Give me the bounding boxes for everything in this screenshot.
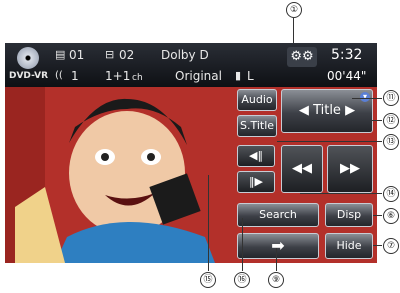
callout-15-line (208, 175, 209, 271)
title-badge-icon: ▾ (360, 92, 370, 102)
fast-rewind-icon: ◀◀ (292, 161, 312, 176)
slow-forward-button[interactable]: ‖▶ (237, 171, 275, 193)
audio-stream-icon: (( (55, 70, 63, 81)
title-icon: ▤ (55, 48, 66, 61)
audio-button-label: Audio (241, 93, 273, 106)
callout-13: ⑬ (383, 134, 399, 150)
slow-rewind-icon: ◀‖ (249, 149, 263, 162)
callout-1: ① (286, 2, 302, 18)
disp-button-label: Disp (336, 208, 362, 221)
disp-button[interactable]: Disp (325, 203, 373, 227)
callout-12: ⑫ (383, 113, 399, 129)
chapter-number: 02 (119, 48, 135, 62)
title-label: Title (313, 103, 341, 118)
screen: DVD-VR ▤ 01 ⊟ 02 Dolby D (( 1 1+1 ch Ori… (5, 43, 377, 263)
arrow-right-icon: ➡ (271, 236, 285, 255)
callout-1-line (293, 18, 294, 46)
audio-button[interactable]: Audio (237, 89, 277, 111)
subtitle-button-label: S.Title (239, 119, 275, 132)
callout-7: ⑦ (383, 238, 399, 254)
callout-7-line (373, 245, 382, 246)
search-button-label: Search (259, 208, 297, 221)
callout-6-line (373, 215, 382, 216)
disc-icon (17, 47, 39, 69)
callout-13-line (277, 141, 382, 142)
arrow-left-icon: ◀ (298, 103, 314, 118)
fast-forward-button[interactable]: ▶▶ (327, 145, 373, 193)
channels: 1+1 (105, 69, 131, 83)
search-button[interactable]: Search (237, 203, 319, 227)
arrow-right-icon: ▶ (340, 103, 356, 118)
hide-button[interactable]: Hide (325, 233, 373, 259)
video-frame[interactable]: Audio ◀ Title ▶ ▾ S.Title ◀‖ ‖▶ ◀◀ ▶▶ Se… (5, 87, 377, 263)
subtitle-icon: ▮ (235, 69, 242, 82)
callout-11: ⑪ (383, 90, 399, 106)
callout-14: ⑭ (383, 186, 399, 202)
callout-6: ⑥ (383, 208, 399, 224)
audio-stream: 1 (71, 69, 79, 83)
callout-9-line (276, 248, 277, 271)
callout-14-line (300, 193, 382, 194)
callout-12-line (372, 120, 382, 121)
chapter-icon: ⊟ (105, 48, 115, 61)
gear-icon: ⚙⚙ (290, 49, 314, 64)
slow-rewind-button[interactable]: ◀‖ (237, 145, 275, 167)
subtitle-lang: L (247, 69, 254, 83)
playback-mode: Original (175, 69, 222, 83)
slow-forward-icon: ‖▶ (249, 175, 263, 188)
next-page-button[interactable]: ➡ (237, 233, 319, 259)
disc-type-label: DVD-VR (9, 71, 49, 81)
callout-11-line (352, 98, 382, 99)
audio-format: Dolby D (161, 48, 209, 62)
channels-unit: ch (132, 73, 143, 83)
title-button[interactable]: ◀ Title ▶ ▾ (281, 89, 373, 133)
fast-forward-icon: ▶▶ (340, 161, 360, 176)
callout-9: ⑨ (268, 272, 284, 288)
clock: 5:32 (331, 47, 363, 63)
subtitle-button[interactable]: S.Title (237, 115, 277, 137)
hide-button-label: Hide (336, 239, 362, 252)
callout-15: ⑮ (200, 272, 216, 288)
settings-button[interactable]: ⚙⚙ (287, 47, 317, 67)
status-bar: DVD-VR ▤ 01 ⊟ 02 Dolby D (( 1 1+1 ch Ori… (5, 43, 377, 87)
callout-16-line (242, 218, 243, 271)
callout-16: ⑯ (234, 272, 250, 288)
fast-rewind-button[interactable]: ◀◀ (281, 145, 323, 193)
elapsed-time: 00'44" (327, 69, 367, 83)
title-number: 01 (69, 48, 85, 62)
